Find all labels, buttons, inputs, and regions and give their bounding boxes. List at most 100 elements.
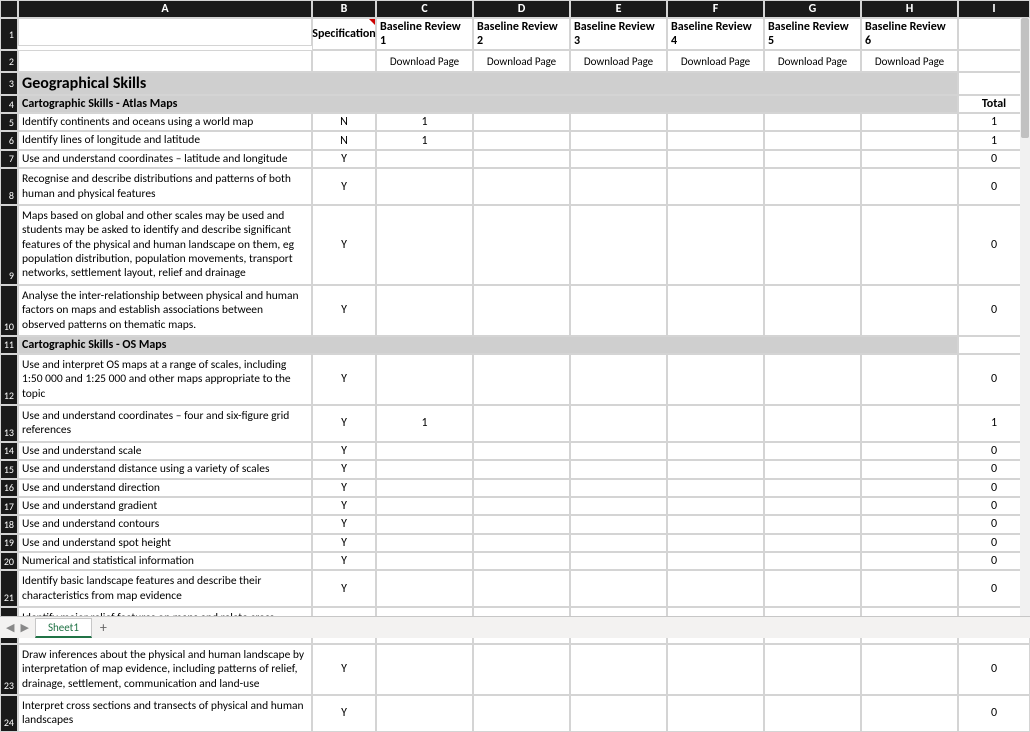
section-cartographic-atlas[interactable]: Cartographic Skills - Atlas Maps [18, 95, 958, 113]
cell-C19[interactable] [376, 534, 473, 552]
cell-G21[interactable] [764, 570, 861, 607]
col-header-F[interactable]: F [667, 0, 764, 18]
cell-F18[interactable] [667, 515, 764, 533]
cell-A23[interactable]: Draw inferences about the physical and h… [18, 644, 312, 695]
cell-C23[interactable] [376, 644, 473, 695]
cell-G13[interactable] [764, 405, 861, 442]
cell-F23[interactable] [667, 644, 764, 695]
cell-H12[interactable] [861, 354, 958, 405]
cell-D16[interactable] [473, 479, 570, 497]
cell-D15[interactable] [473, 460, 570, 478]
cell-C13[interactable]: 1 [376, 405, 473, 442]
cell-I24[interactable]: 0 [958, 695, 1030, 732]
cell-A15[interactable]: Use and understand distance using a vari… [18, 460, 312, 478]
cell-E19[interactable] [570, 534, 667, 552]
cell-C18[interactable] [376, 515, 473, 533]
cell-F17[interactable] [667, 497, 764, 515]
cell-B23[interactable]: Y [312, 644, 376, 695]
cell-A16[interactable]: Use and understand direction [18, 479, 312, 497]
cell-C10[interactable] [376, 285, 473, 336]
nav-next-icon[interactable]: ▶ [20, 621, 28, 634]
row-header-15[interactable]: 15 [0, 460, 18, 478]
cell-D13[interactable] [473, 405, 570, 442]
cell-F8[interactable] [667, 168, 764, 205]
cell-A20[interactable]: Numerical and statistical information [18, 552, 312, 570]
row-header-18[interactable]: 18 [0, 515, 18, 533]
cell-B19[interactable]: Y [312, 534, 376, 552]
cell-F10[interactable] [667, 285, 764, 336]
cell-C14[interactable] [376, 442, 473, 460]
cell-H9[interactable] [861, 205, 958, 285]
cell-I23[interactable]: 0 [958, 644, 1030, 695]
cell-B1-specification[interactable]: Specification [312, 18, 376, 50]
cell-A5[interactable]: Identify continents and oceans using a w… [18, 113, 312, 131]
cell-E8[interactable] [570, 168, 667, 205]
cell-E20[interactable] [570, 552, 667, 570]
row-header-6[interactable]: 6 [0, 131, 18, 149]
cell-C20[interactable] [376, 552, 473, 570]
cell-H18[interactable] [861, 515, 958, 533]
cell-H14[interactable] [861, 442, 958, 460]
cell-G5[interactable] [764, 113, 861, 131]
cell-C9[interactable] [376, 205, 473, 285]
cell-E15[interactable] [570, 460, 667, 478]
cell-A21[interactable]: Identify basic landscape features and de… [18, 570, 312, 607]
cell-F12[interactable] [667, 354, 764, 405]
cell-D2-download[interactable]: Download Page [473, 50, 570, 72]
cell-F20[interactable] [667, 552, 764, 570]
cell-B13[interactable]: Y [312, 405, 376, 442]
cell-G12[interactable] [764, 354, 861, 405]
cell-F5[interactable] [667, 113, 764, 131]
cell-A7[interactable]: Use and understand coordinates – latitud… [18, 150, 312, 168]
row-header-5[interactable]: 5 [0, 113, 18, 131]
row-header-17[interactable]: 17 [0, 497, 18, 515]
row-header-9[interactable]: 9 [0, 205, 18, 285]
cell-D10[interactable] [473, 285, 570, 336]
cell-B24[interactable]: Y [312, 695, 376, 732]
row-header-2[interactable]: 2 [0, 50, 18, 72]
cell-D1[interactable]: Baseline Review 2 [473, 18, 570, 50]
cell-H8[interactable] [861, 168, 958, 205]
cell-C21[interactable] [376, 570, 473, 607]
row-header-20[interactable]: 20 [0, 552, 18, 570]
cell-G14[interactable] [764, 442, 861, 460]
cell-B6[interactable]: N [312, 131, 376, 149]
add-sheet-button[interactable]: + [92, 619, 115, 636]
col-header-A[interactable]: A [18, 0, 312, 18]
cell-G24[interactable] [764, 695, 861, 732]
cell-E16[interactable] [570, 479, 667, 497]
cell-G17[interactable] [764, 497, 861, 515]
cell-E24[interactable] [570, 695, 667, 732]
nav-prev-icon[interactable]: ◀ [6, 621, 14, 634]
cell-C5[interactable]: 1 [376, 113, 473, 131]
cell-F15[interactable] [667, 460, 764, 478]
cell-D23[interactable] [473, 644, 570, 695]
cell-C1[interactable]: Baseline Review 1 [376, 18, 473, 50]
row-header-1[interactable]: 1 [0, 18, 18, 50]
cell-D6[interactable] [473, 131, 570, 149]
cell-B10[interactable]: Y [312, 285, 376, 336]
cell-G10[interactable] [764, 285, 861, 336]
row-header-10[interactable]: 10 [0, 285, 18, 336]
cell-C8[interactable] [376, 168, 473, 205]
cell-A9[interactable]: Maps based on global and other scales ma… [18, 205, 312, 285]
cell-C17[interactable] [376, 497, 473, 515]
select-all-corner[interactable] [0, 0, 18, 18]
cell-F2-download[interactable]: Download Page [667, 50, 764, 72]
cell-B17[interactable]: Y [312, 497, 376, 515]
cell-D24[interactable] [473, 695, 570, 732]
cell-A8[interactable]: Recognise and describe distributions and… [18, 168, 312, 205]
row-header-8[interactable]: 8 [0, 168, 18, 205]
cell-E23[interactable] [570, 644, 667, 695]
scrollbar-thumb[interactable] [1021, 18, 1029, 138]
cell-B16[interactable]: Y [312, 479, 376, 497]
row-header-16[interactable]: 16 [0, 479, 18, 497]
cell-D21[interactable] [473, 570, 570, 607]
cell-H7[interactable] [861, 150, 958, 168]
cell-G6[interactable] [764, 131, 861, 149]
cell-F19[interactable] [667, 534, 764, 552]
row-header-12[interactable]: 12 [0, 354, 18, 405]
cell-B8[interactable]: Y [312, 168, 376, 205]
cell-H21[interactable] [861, 570, 958, 607]
vertical-scrollbar[interactable] [1020, 18, 1030, 616]
